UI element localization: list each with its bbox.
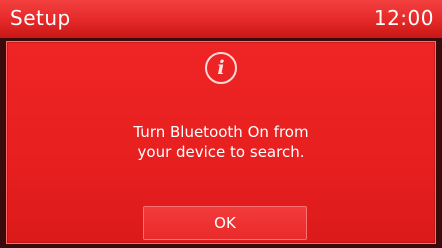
setup-screen: Setup 12:00 i Turn Bluetooth On from you…: [0, 0, 442, 248]
status-bar: Setup 12:00: [0, 0, 442, 38]
info-icon: i: [205, 52, 237, 84]
message-line-1: Turn Bluetooth On from: [133, 123, 309, 141]
screen-title: Setup: [10, 6, 71, 30]
bluetooth-info-dialog: i Turn Bluetooth On from your device to …: [6, 41, 436, 244]
ok-button[interactable]: OK: [143, 206, 307, 240]
clock: 12:00: [373, 6, 434, 30]
dialog-message: Turn Bluetooth On from your device to se…: [7, 122, 435, 162]
message-line-2: your device to search.: [137, 143, 305, 161]
